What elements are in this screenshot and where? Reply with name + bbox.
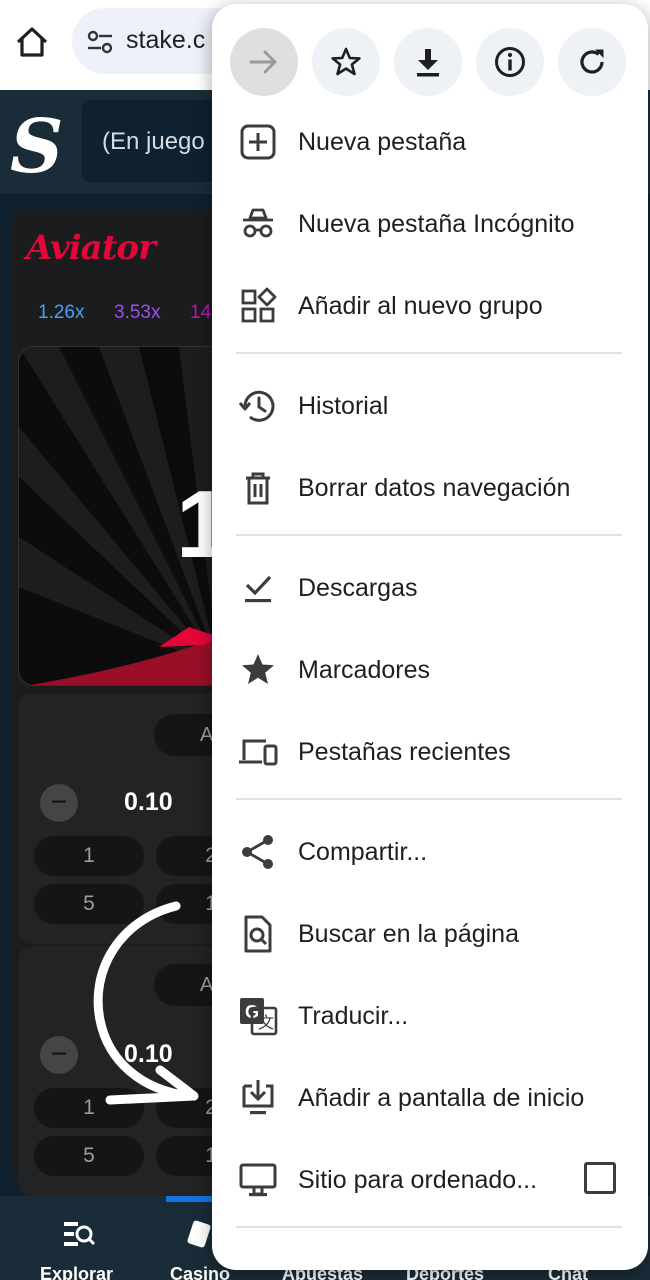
multiplier-history-item: 14 <box>190 302 212 323</box>
bet-amount[interactable]: 0.10 <box>124 788 173 817</box>
page-info-button[interactable] <box>476 28 544 96</box>
browser-overflow-menu: Nueva pestaña Nueva pestaña Incógnito Añ… <box>212 4 648 1270</box>
share-icon <box>242 835 273 869</box>
search-pill-text: (En juego <box>102 128 205 155</box>
history-icon <box>238 390 275 422</box>
menu-item-incognito[interactable]: Nueva pestaña Incógnito <box>212 184 648 264</box>
multiplier-history-item: 1.26x <box>38 302 85 323</box>
menu-divider <box>236 798 622 800</box>
quick-bet-chip[interactable]: 1 <box>34 836 144 876</box>
menu-divider <box>236 534 622 536</box>
url-text: stake.c <box>126 26 206 54</box>
menu-item-label: Añadir a pantalla de inicio <box>298 1084 585 1112</box>
site-settings-icon[interactable] <box>86 28 114 56</box>
new-tab-icon <box>240 124 276 160</box>
forward-icon <box>249 50 277 74</box>
find-in-page-icon <box>244 915 272 953</box>
decrease-bet-button[interactable]: − <box>40 784 78 822</box>
menu-item-add-to-home[interactable]: Añadir a pantalla de inicio <box>212 1058 648 1138</box>
downloads-icon <box>245 575 272 603</box>
menu-item-bookmarks[interactable]: Marcadores <box>212 630 648 710</box>
desktop-site-icon <box>239 1163 277 1197</box>
menu-item-translate[interactable]: G 文 Traducir... <box>212 976 648 1056</box>
menu-divider <box>236 1226 622 1228</box>
menu-item-find-in-page[interactable]: Buscar en la página <box>212 894 648 974</box>
reload-icon <box>580 49 604 74</box>
quick-bet-chip[interactable]: 5 <box>34 1136 144 1176</box>
stake-logo[interactable]: S <box>10 104 63 190</box>
explore-icon[interactable] <box>62 1218 96 1252</box>
bookmark-button[interactable] <box>312 28 380 96</box>
reload-button[interactable] <box>558 28 626 96</box>
menu-item-label: Marcadores <box>298 656 430 684</box>
forward-button[interactable] <box>230 28 298 96</box>
menu-item-label: Traducir... <box>298 1002 409 1030</box>
menu-item-label: Nueva pestaña <box>298 128 467 156</box>
menu-item-history[interactable]: Historial <box>212 366 648 446</box>
desktop-site-checkbox[interactable] <box>584 1162 616 1194</box>
menu-item-downloads[interactable]: Descargas <box>212 548 648 628</box>
bookmarks-star-icon <box>242 654 274 684</box>
menu-item-label: Pestañas recientes <box>298 738 511 766</box>
add-to-home-icon <box>242 1080 274 1115</box>
menu-item-desktop-site[interactable]: Sitio para ordenado... <box>212 1140 648 1220</box>
menu-divider <box>236 352 622 354</box>
tab-group-icon <box>241 287 277 323</box>
nav-explorar[interactable]: Explorar <box>40 1264 113 1280</box>
menu-item-tab-group[interactable]: Añadir al nuevo grupo <box>212 266 648 346</box>
star-icon <box>331 47 361 76</box>
svg-text:文: 文 <box>258 1014 274 1032</box>
menu-item-new-tab[interactable]: Nueva pestaña <box>212 102 648 182</box>
multiplier-history-item: 3.53x <box>114 302 161 323</box>
info-icon <box>495 47 525 77</box>
recent-tabs-icon <box>239 739 278 766</box>
menu-item-label: Borrar datos navegación <box>298 474 571 502</box>
nav-casino[interactable]: Casino <box>170 1264 230 1280</box>
menu-item-clear-data[interactable]: Borrar datos navegación <box>212 448 648 528</box>
trash-icon <box>246 472 270 505</box>
menu-item-share[interactable]: Compartir... <box>212 812 648 892</box>
menu-item-label: Sitio para ordenado... <box>298 1166 538 1194</box>
menu-item-label: Descargas <box>298 574 418 602</box>
menu-item-label: Añadir al nuevo grupo <box>298 292 543 320</box>
home-icon[interactable] <box>12 22 52 62</box>
menu-item-label: Compartir... <box>298 838 428 866</box>
download-icon <box>417 49 439 77</box>
translate-icon: G 文 <box>240 998 278 1036</box>
menu-item-label: Historial <box>298 392 389 420</box>
menu-item-label: Buscar en la página <box>298 920 519 948</box>
aviator-logo: Aviator <box>26 228 156 268</box>
menu-item-recent-tabs[interactable]: Pestañas recientes <box>212 712 648 792</box>
menu-item-label: Nueva pestaña Incógnito <box>298 210 575 238</box>
incognito-icon <box>243 208 273 238</box>
decrease-bet-button[interactable]: − <box>40 1036 78 1074</box>
download-button[interactable] <box>394 28 462 96</box>
